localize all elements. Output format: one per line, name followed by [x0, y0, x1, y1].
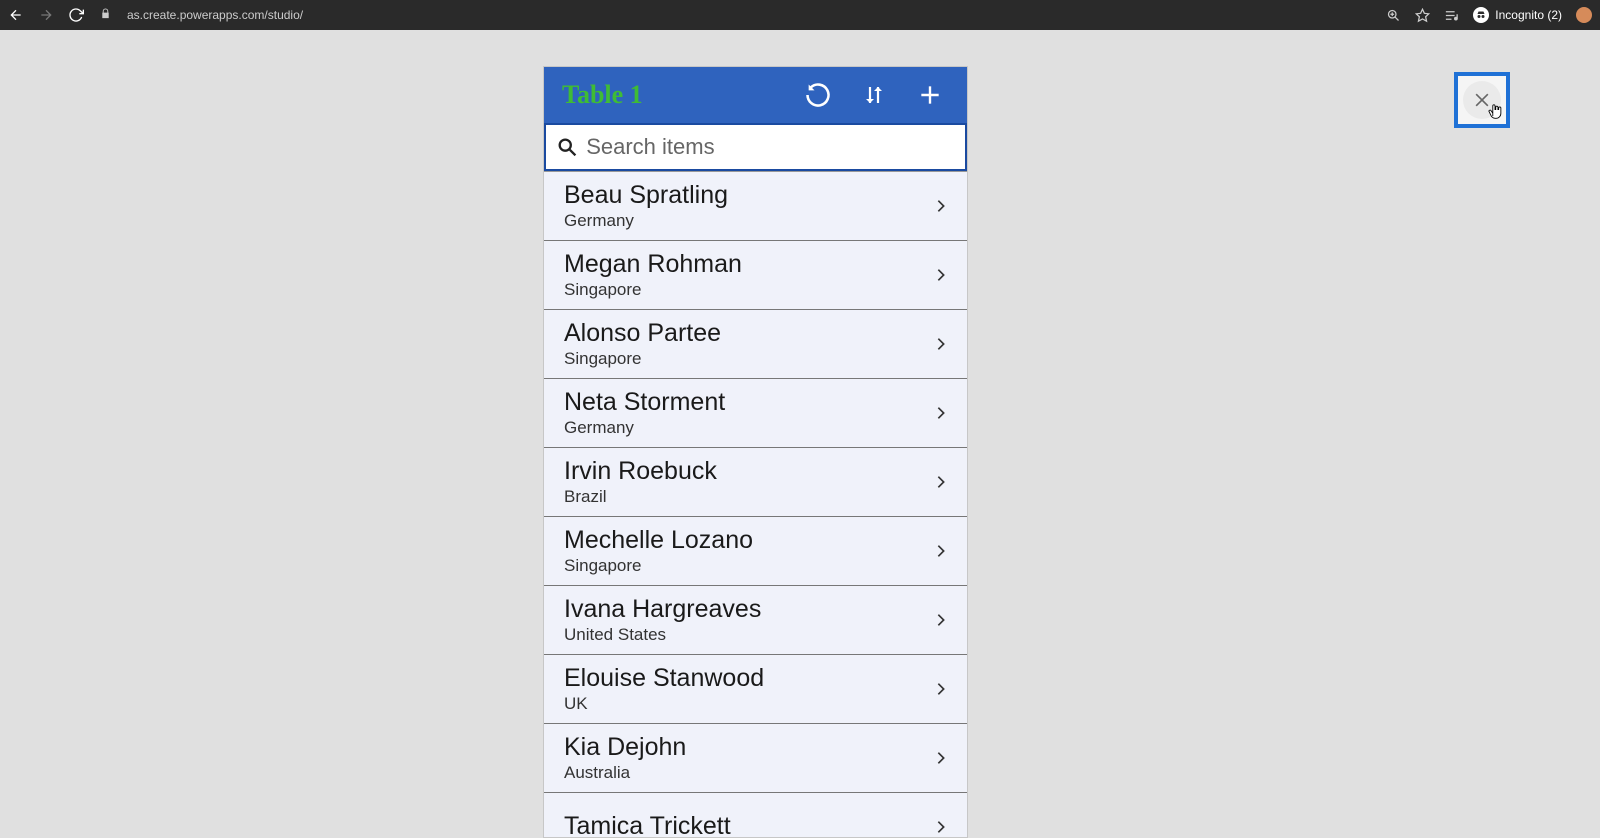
- item-name: Alonso Partee: [564, 319, 933, 348]
- chevron-right-icon: [933, 193, 949, 219]
- item-name: Ivana Hargreaves: [564, 595, 933, 624]
- incognito-badge[interactable]: Incognito (2): [1473, 7, 1562, 23]
- zoom-icon[interactable]: [1386, 8, 1401, 23]
- item-name: Elouise Stanwood: [564, 664, 933, 693]
- list-item[interactable]: Neta StormentGermany: [544, 378, 967, 447]
- forward-button[interactable]: [38, 7, 54, 23]
- reload-button[interactable]: [68, 7, 84, 23]
- back-button[interactable]: [8, 7, 24, 23]
- add-button[interactable]: [907, 72, 953, 118]
- refresh-icon: [804, 81, 832, 109]
- list-item[interactable]: Tamica Trickett: [544, 792, 967, 837]
- profile-avatar[interactable]: [1576, 7, 1592, 23]
- star-icon[interactable]: [1415, 8, 1430, 23]
- browser-toolbar: as.create.powerapps.com/studio/ Incognit…: [0, 0, 1600, 30]
- close-preview-button[interactable]: [1454, 72, 1510, 128]
- list-item[interactable]: Megan RohmanSingapore: [544, 240, 967, 309]
- item-list: Beau SpratlingGermanyMegan RohmanSingapo…: [544, 171, 967, 837]
- page-canvas: Table 1 Beau SpratlingGermanyMegan Rohma…: [0, 30, 1600, 838]
- list-item[interactable]: Ivana HargreavesUnited States: [544, 585, 967, 654]
- chevron-right-icon: [933, 262, 949, 288]
- search-icon: [556, 135, 578, 159]
- item-name: Megan Rohman: [564, 250, 933, 279]
- chevron-right-icon: [933, 469, 949, 495]
- incognito-icon: [1473, 7, 1489, 23]
- search-bar[interactable]: [544, 123, 967, 171]
- item-country: Germany: [564, 418, 933, 438]
- lock-icon: [100, 8, 111, 22]
- chevron-right-icon: [933, 538, 949, 564]
- item-name: Tamica Trickett: [564, 812, 933, 837]
- playlist-icon[interactable]: [1444, 8, 1459, 23]
- app-title: Table 1: [562, 80, 785, 110]
- item-country: Singapore: [564, 280, 933, 300]
- search-input[interactable]: [586, 134, 955, 160]
- chevron-right-icon: [933, 607, 949, 633]
- item-country: Singapore: [564, 349, 933, 369]
- chevron-right-icon: [933, 676, 949, 702]
- refresh-button[interactable]: [795, 72, 841, 118]
- app-header: Table 1: [544, 67, 967, 123]
- chevron-right-icon: [933, 814, 949, 837]
- item-country: Singapore: [564, 556, 933, 576]
- item-name: Neta Storment: [564, 388, 933, 417]
- list-item[interactable]: Elouise StanwoodUK: [544, 654, 967, 723]
- list-item[interactable]: Mechelle LozanoSingapore: [544, 516, 967, 585]
- item-country: UK: [564, 694, 933, 714]
- item-name: Kia Dejohn: [564, 733, 933, 762]
- item-name: Irvin Roebuck: [564, 457, 933, 486]
- plus-icon: [917, 82, 943, 108]
- sort-icon: [862, 81, 886, 109]
- list-item[interactable]: Alonso ParteeSingapore: [544, 309, 967, 378]
- sort-button[interactable]: [851, 72, 897, 118]
- item-country: Germany: [564, 211, 933, 231]
- item-country: United States: [564, 625, 933, 645]
- chevron-right-icon: [933, 331, 949, 357]
- item-country: Brazil: [564, 487, 933, 507]
- incognito-label: Incognito (2): [1495, 8, 1562, 22]
- app-preview: Table 1 Beau SpratlingGermanyMegan Rohma…: [543, 66, 968, 838]
- chevron-right-icon: [933, 745, 949, 771]
- item-name: Beau Spratling: [564, 181, 933, 210]
- item-country: Australia: [564, 763, 933, 783]
- list-item[interactable]: Beau SpratlingGermany: [544, 171, 967, 240]
- chevron-right-icon: [933, 400, 949, 426]
- list-item[interactable]: Irvin RoebuckBrazil: [544, 447, 967, 516]
- item-name: Mechelle Lozano: [564, 526, 933, 555]
- address-bar[interactable]: as.create.powerapps.com/studio/: [127, 8, 303, 22]
- close-icon: [1472, 90, 1492, 110]
- list-item[interactable]: Kia DejohnAustralia: [544, 723, 967, 792]
